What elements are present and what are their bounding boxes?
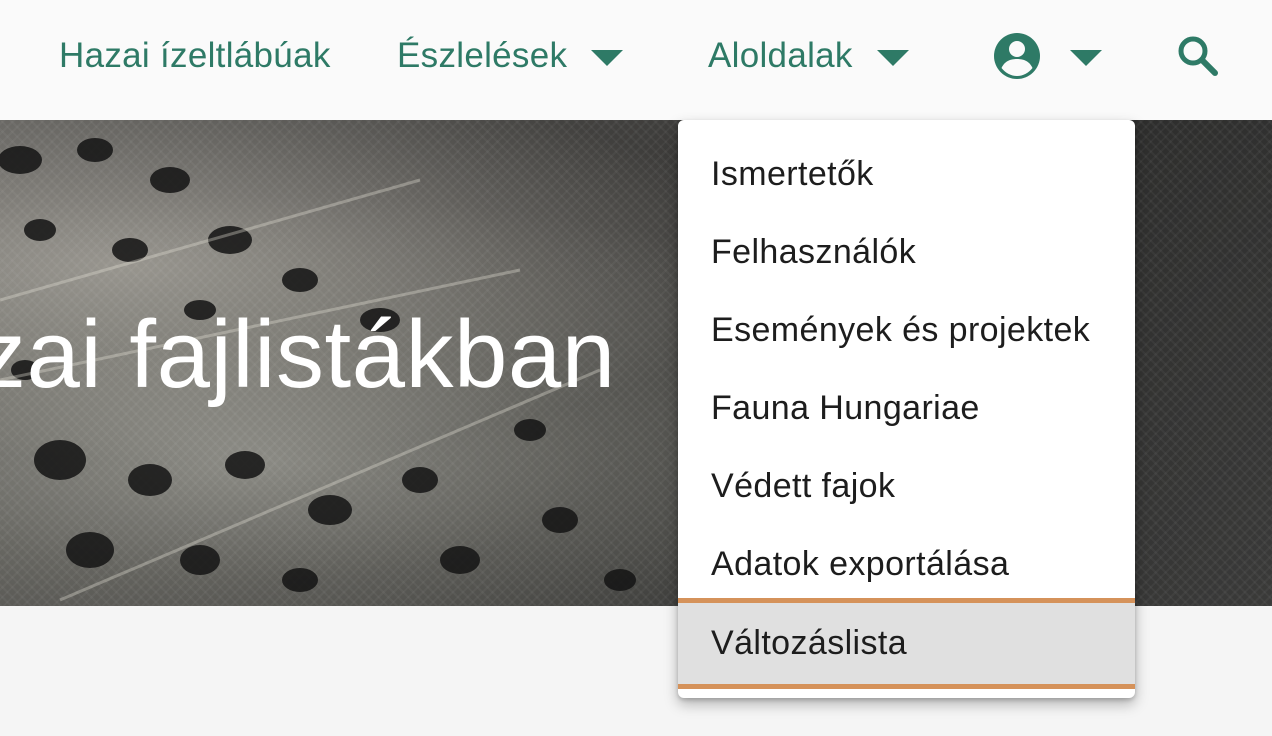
menu-item-data-export[interactable]: Adatok exportálása [678,525,1135,603]
user-menu[interactable] [992,30,1102,82]
nav-home-label: Hazai ízeltlábúak [59,36,331,75]
nav-home-link[interactable]: Hazai ízeltlábúak [59,30,331,82]
menu-item-events-projects[interactable]: Események és projektek [678,291,1135,369]
nav-subpages-label: Aloldalak [708,36,853,75]
menu-item-changelog[interactable]: Változáslista [678,598,1135,689]
search-icon [1178,36,1218,76]
menu-item-protected-species[interactable]: Védett fajok [678,447,1135,525]
chevron-down-icon [1070,50,1102,66]
menu-item-fauna-hungariae[interactable]: Fauna Hungariae [678,369,1135,447]
nav-subpages-menu[interactable]: Aloldalak [708,30,909,82]
chevron-down-icon [876,50,909,66]
nav-observations-menu[interactable]: Észlelések [397,30,624,82]
subpages-dropdown-menu: Ismertetők Felhasználók Események és pro… [678,120,1135,698]
top-navigation: Hazai ízeltlábúak Észlelések Aloldalak [0,0,1272,120]
menu-item-descriptions[interactable]: Ismertetők [678,135,1135,213]
search-button[interactable] [1174,30,1222,82]
chevron-down-icon [591,50,624,66]
menu-item-users[interactable]: Felhasználók [678,213,1135,291]
hero-title: zai fajlistákban [0,301,616,408]
account-circle-icon [994,33,1040,79]
page: Hazai ízeltlábúak Észlelések Aloldalak z… [0,0,1272,736]
nav-observations-label: Észlelések [397,36,568,75]
